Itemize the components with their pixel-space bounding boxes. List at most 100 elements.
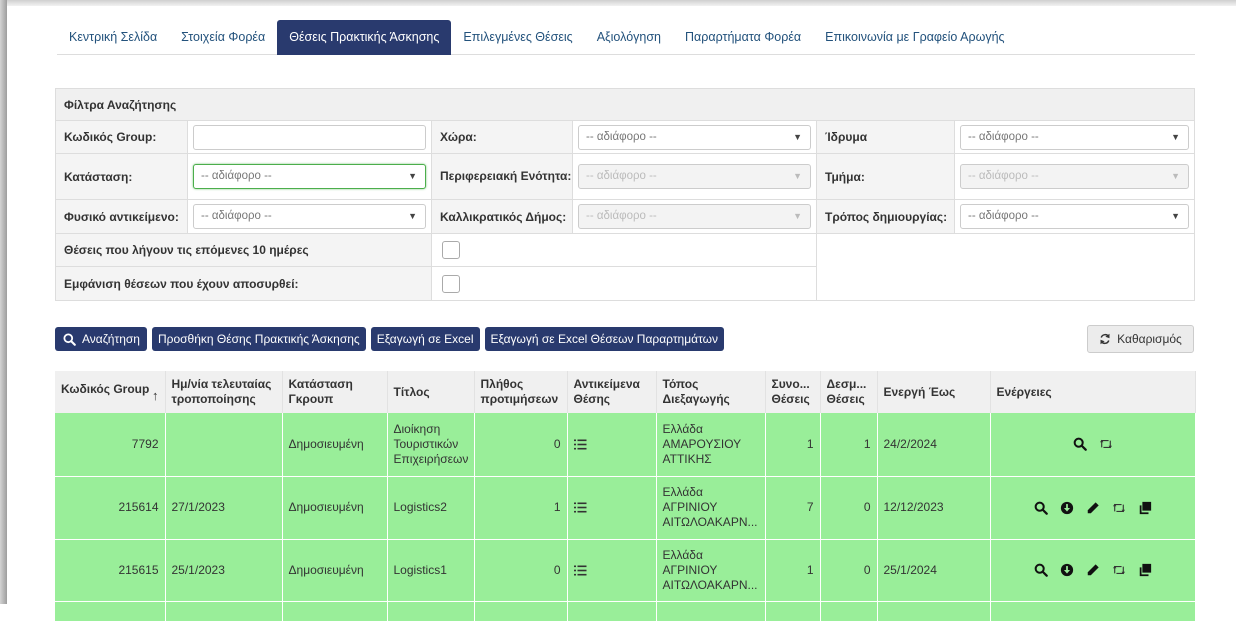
- search-icon[interactable]: [1073, 437, 1087, 452]
- table-row: [55, 601, 1196, 622]
- export-excel-button[interactable]: Εξαγωγή σε Excel: [370, 327, 480, 351]
- header-title[interactable]: Τίτλος: [387, 371, 475, 413]
- list-icon[interactable]: [573, 502, 650, 513]
- clear-button[interactable]: Καθαρισμός: [1087, 325, 1194, 353]
- search-icon[interactable]: [1034, 501, 1048, 515]
- cell-active-until: 12/12/2023: [877, 476, 991, 540]
- filter-row-1: Κωδικός Group: Χώρα: -- αδιάφορο -- ▼ Ίδρ…: [56, 121, 1194, 154]
- search-button[interactable]: Αναζήτηση: [55, 327, 147, 351]
- creation-method-select[interactable]: -- αδιάφορο -- ▼: [960, 204, 1189, 229]
- tab-evaluation[interactable]: Αξιολόγηση: [585, 20, 673, 55]
- physical-object-label: Φυσικό αντικείμενο:: [56, 200, 188, 233]
- tab-home[interactable]: Κεντρική Σελίδα: [57, 20, 169, 55]
- cell-status: Δημοσιευμένη: [282, 476, 388, 540]
- pencil-icon[interactable]: [1086, 501, 1100, 515]
- withdrawn-label: Εμφάνιση θέσεων που έχουν αποσυρθεί:: [56, 267, 432, 300]
- cell-location: [656, 601, 766, 622]
- list-icon[interactable]: [573, 565, 650, 576]
- country-label: Χώρα:: [432, 121, 573, 153]
- cell-preferences: 0: [474, 539, 568, 602]
- cell-last-modified: 27/1/2023: [165, 476, 283, 540]
- download-circle-icon[interactable]: [1060, 563, 1074, 577]
- header-group-status[interactable]: Κατάσταση Γκρουπ: [282, 371, 388, 413]
- country-select[interactable]: -- αδιάφορο -- ▼: [578, 124, 811, 150]
- institution-cell: -- αδιάφορο -- ▼: [955, 121, 1194, 153]
- withdrawn-cell: [432, 267, 817, 300]
- expiring-checkbox[interactable]: [442, 241, 460, 259]
- header-group-code[interactable]: ↑ Κωδικός Group: [55, 371, 166, 413]
- retweet-icon[interactable]: [1099, 438, 1113, 450]
- country-cell: -- αδιάφορο -- ▼: [573, 121, 817, 153]
- group-code-input[interactable]: [193, 124, 426, 150]
- add-position-button[interactable]: Προσθήκη Θέσης Πρακτικής Άσκησης: [151, 327, 366, 351]
- header-total-positions[interactable]: Συνο... Θέσεις: [765, 371, 821, 413]
- physical-object-cell: -- αδιάφορο -- ▼: [188, 200, 432, 233]
- department-select[interactable]: -- αδιάφορο -- ▼: [960, 164, 1189, 189]
- cell-active-until: 24/2/2024: [877, 413, 991, 477]
- cell-reserved-positions: 0: [820, 539, 878, 602]
- regional-unit-select[interactable]: -- αδιάφορο -- ▼: [578, 164, 811, 189]
- municipality-cell: -- αδιάφορο -- ▼: [573, 200, 817, 233]
- tab-selected-positions[interactable]: Επιλεγμένες Θέσεις: [451, 20, 584, 55]
- cell-actions: [990, 413, 1196, 477]
- cell-last-modified: [165, 601, 283, 622]
- cell-status: Δημοσιευμένη: [282, 413, 388, 477]
- window-left-edge: [0, 0, 7, 604]
- cell-reserved-positions: 0: [820, 476, 878, 540]
- status-select-value: -- αδιάφορο --: [201, 170, 272, 182]
- tab-internship-positions[interactable]: Θέσεις Πρακτικής Άσκησης: [277, 20, 452, 55]
- search-filters-panel: Φίλτρα Αναζήτησης Κωδικός Group: Χώρα: -…: [55, 88, 1195, 301]
- export-excel-annex-button[interactable]: Εξαγωγή σε Excel Θέσεων Παραρτημάτων: [484, 327, 725, 351]
- header-reserved-positions[interactable]: Δεσμ... Θέσεις: [820, 371, 878, 413]
- department-label: Τμήμα:: [817, 154, 955, 199]
- pencil-icon[interactable]: [1086, 563, 1100, 577]
- clear-button-label: Καθαρισμός: [1117, 332, 1182, 346]
- copy-icon[interactable]: [1138, 563, 1152, 577]
- cell-group-code: [55, 601, 166, 622]
- header-position-object[interactable]: Αντικείμενα Θέσης: [567, 371, 657, 413]
- retweet-icon[interactable]: [1112, 564, 1126, 576]
- cell-reserved-positions: 1: [820, 413, 878, 477]
- header-preferences[interactable]: Πλήθος προτιμήσεων: [474, 371, 568, 413]
- retweet-icon[interactable]: [1112, 502, 1126, 514]
- cell-title: Διοίκηση Τουριστικών Επιχειρήσεων: [387, 413, 475, 477]
- tab-organization-details[interactable]: Στοιχεία Φορέα: [169, 20, 277, 55]
- copy-icon[interactable]: [1138, 501, 1152, 515]
- header-location[interactable]: Τόπος Διεξαγωγής: [656, 371, 766, 413]
- list-icon[interactable]: [573, 439, 650, 450]
- regional-unit-select-value: -- αδιάφορο --: [586, 170, 657, 182]
- cell-position-object: [567, 539, 657, 602]
- institution-select-value: -- αδιάφορο --: [968, 130, 1039, 143]
- row-actions: [997, 563, 1189, 577]
- filter-row-5: Εμφάνιση θέσεων που έχουν αποσυρθεί:: [56, 267, 817, 300]
- search-icon[interactable]: [1034, 563, 1048, 577]
- cell-location: Ελλάδα ΑΓΡΙΝΙΟΥ ΑΙΤΩΛΟΑΚΑΡΝ...: [656, 539, 766, 602]
- group-code-cell: [188, 121, 432, 153]
- table-row: 215614 27/1/2023 Δημοσιευμένη Logistics2…: [55, 476, 1196, 540]
- window-top-edge: [0, 0, 1236, 6]
- download-circle-icon[interactable]: [1060, 501, 1074, 515]
- regional-unit-label: Περιφερειακή Ενότητα:: [432, 154, 573, 199]
- cell-position-object: [567, 413, 657, 477]
- search-icon: [63, 332, 76, 346]
- municipality-select[interactable]: -- αδιάφορο -- ▼: [578, 204, 811, 229]
- tab-organization-branches[interactable]: Παραρτήματα Φορέα: [673, 20, 813, 55]
- cell-position-object: [567, 601, 657, 622]
- chevron-down-icon: ▼: [793, 211, 802, 221]
- header-active-until[interactable]: Ενεργή Έως: [877, 371, 991, 413]
- cell-group-code: 215615: [55, 539, 166, 602]
- positions-table: ↑ Κωδικός Group Ημ/νία τελευταίας τροποπο…: [55, 371, 1196, 622]
- table-row: 215615 25/1/2023 Δημοσιευμένη Logistics1…: [55, 539, 1196, 602]
- cell-location: Ελλάδα ΑΓΡΙΝΙΟΥ ΑΙΤΩΛΟΑΚΑΡΝ...: [656, 476, 766, 540]
- cell-actions: [990, 476, 1196, 540]
- cell-group-code: 7792: [55, 413, 166, 477]
- cell-group-code: 215614: [55, 476, 166, 540]
- sort-ascending-icon: ↑: [152, 387, 159, 403]
- withdrawn-checkbox[interactable]: [442, 274, 460, 293]
- header-last-modified[interactable]: Ημ/νία τελευταίας τροποποίησης: [165, 371, 283, 413]
- tab-contact-helpdesk[interactable]: Επικοινωνία με Γραφείο Αρωγής: [813, 20, 1016, 55]
- institution-select[interactable]: -- αδιάφορο -- ▼: [960, 124, 1189, 150]
- physical-object-select[interactable]: -- αδιάφορο -- ▼: [193, 204, 426, 229]
- cell-preferences: [474, 601, 568, 622]
- status-select[interactable]: -- αδιάφορο -- ▼: [193, 164, 426, 189]
